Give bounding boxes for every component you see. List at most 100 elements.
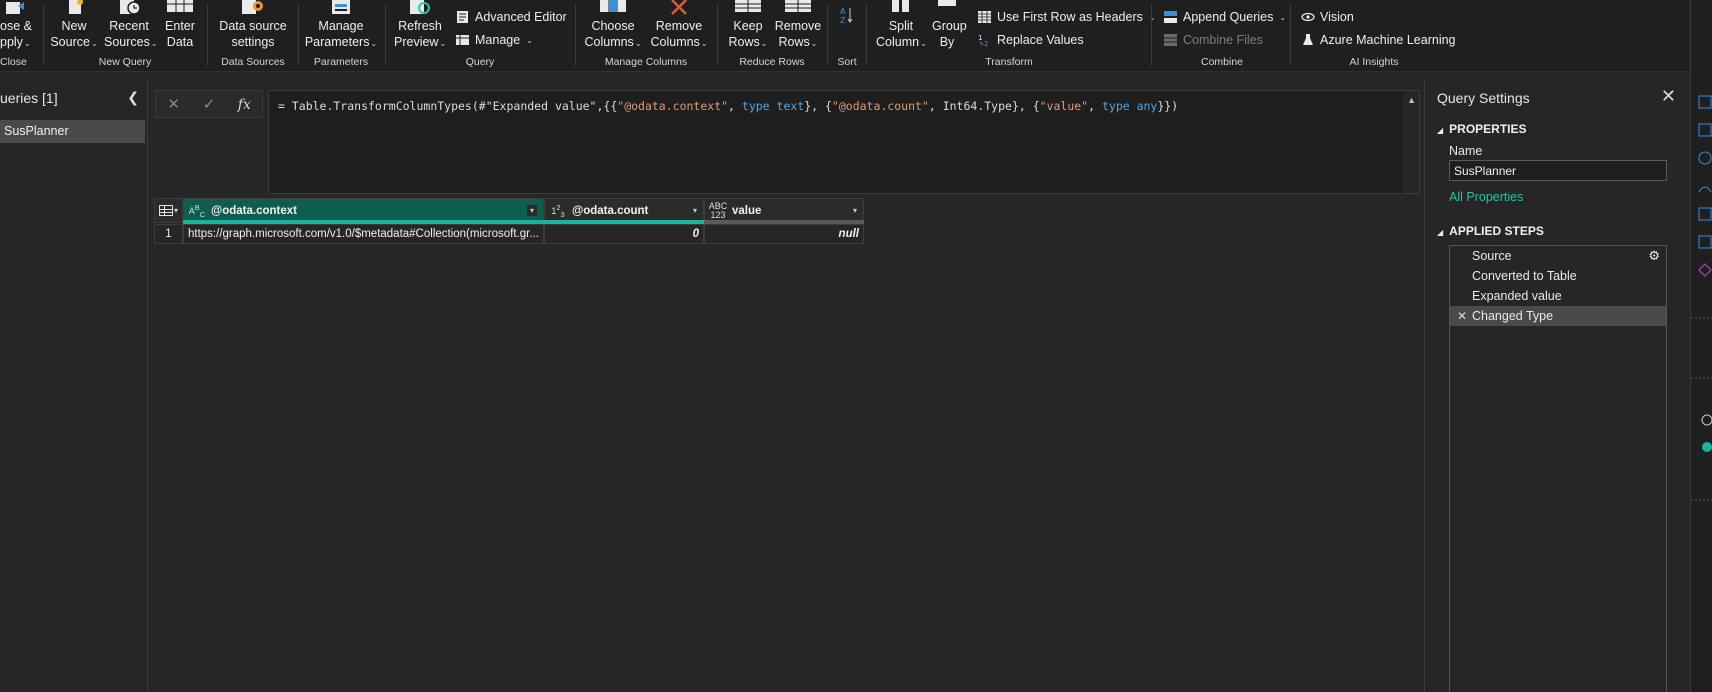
query-name-field[interactable] xyxy=(1449,160,1667,181)
commit-formula-icon[interactable]: ✓ xyxy=(194,95,224,113)
enter-data-label-2: Data xyxy=(166,35,194,49)
chevron-down-icon[interactable]: ▾ xyxy=(693,206,697,215)
chevron-down-icon: ⌄ xyxy=(90,39,98,48)
ribbon-group-reduce-rows: Keep Rows⌄ Remove Rows⌄ Reduce Rows xyxy=(720,0,824,72)
properties-heading[interactable]: ◢ PROPERTIES xyxy=(1437,122,1527,136)
replace-values-button[interactable]: 12 Replace Values xyxy=(978,30,1084,50)
cancel-formula-icon[interactable]: ✕ xyxy=(159,95,189,113)
formula-segment: = Table.TransformColumnTypes(#"Expanded … xyxy=(278,99,618,113)
group-label-new-query: New Query xyxy=(98,56,152,68)
manage-parameters-button[interactable]: Manage Parameters⌄ xyxy=(304,0,378,52)
group-label-parameters: Parameters xyxy=(313,56,369,68)
svg-text:A: A xyxy=(840,7,846,16)
new-source-icon xyxy=(50,0,98,18)
table-menu-button[interactable]: ▾ xyxy=(154,198,183,223)
any-type-icon: ABC 123 xyxy=(708,200,728,220)
new-source-button[interactable]: New Source⌄ xyxy=(50,0,98,52)
combine-files-button[interactable]: Combine Files xyxy=(1164,30,1263,50)
applied-steps-heading[interactable]: ◢ APPLIED STEPS xyxy=(1437,224,1544,238)
queries-pane: ueries [1] ❮ SusPlanner xyxy=(0,80,148,692)
refresh-preview-label-1: Refresh xyxy=(398,19,442,33)
recent-sources-label-1: Recent xyxy=(109,19,149,33)
remove-rows-button[interactable]: Remove Rows⌄ xyxy=(774,0,822,52)
enter-data-icon xyxy=(160,0,200,18)
ribbon-group-sort: AZ Sort xyxy=(830,0,864,72)
enter-data-button[interactable]: Enter Data xyxy=(160,0,200,50)
chevron-down-icon: ⌄ xyxy=(920,39,927,48)
split-column-label-1: Split xyxy=(888,19,914,33)
azure-ml-button[interactable]: Azure Machine Learning xyxy=(1301,30,1456,50)
table-cell[interactable]: null xyxy=(704,224,864,244)
remove-rows-icon xyxy=(774,0,822,18)
sort-az-icon: AZ xyxy=(836,6,858,25)
combine-files-label: Combine Files xyxy=(1183,33,1263,47)
close-apply-label-1: ose & xyxy=(0,19,32,33)
query-list-item-label: SusPlanner xyxy=(4,124,69,138)
collapse-queries-button[interactable]: ❮ xyxy=(127,89,139,106)
append-queries-button[interactable]: Append Queries ⌄ xyxy=(1164,7,1286,27)
ribbon-divider xyxy=(717,4,718,66)
edge-strip-icons xyxy=(1691,95,1712,501)
chevron-down-icon: ⌄ xyxy=(370,39,378,48)
keep-rows-label-2: Rows xyxy=(728,35,760,49)
formula-scrollbar[interactable]: ▲ xyxy=(1403,91,1419,193)
refresh-preview-button[interactable]: Refresh Preview⌄ xyxy=(394,0,446,52)
ribbon-divider xyxy=(385,4,386,66)
chevron-down-icon: ⌄ xyxy=(1279,12,1287,22)
applied-step-item[interactable]: Converted to Table xyxy=(1450,266,1666,286)
recent-sources-button[interactable]: Recent Sources⌄ xyxy=(104,0,158,52)
table-cell[interactable]: https://graph.microsoft.com/v1.0/$metada… xyxy=(183,224,544,244)
group-by-button[interactable]: Group By xyxy=(932,0,967,50)
use-first-row-headers-button[interactable]: Use First Row as Headers ⌄ xyxy=(978,7,1156,27)
remove-columns-button[interactable]: Remove Columns⌄ xyxy=(648,0,710,52)
chevron-down-icon: ⌄ xyxy=(150,39,158,48)
whole-number-type-icon: 123 xyxy=(551,202,565,219)
table-cell[interactable]: 0 xyxy=(544,224,704,244)
table-icon xyxy=(158,205,173,216)
append-queries-label: Append Queries xyxy=(1183,10,1274,24)
manage-query-button[interactable]: Manage ⌄ xyxy=(456,30,533,50)
choose-columns-button[interactable]: Choose Columns⌄ xyxy=(582,0,644,52)
advanced-editor-label: Advanced Editor xyxy=(475,10,567,24)
query-list-item[interactable]: SusPlanner xyxy=(0,120,145,143)
advanced-editor-button[interactable]: Advanced Editor xyxy=(456,7,567,27)
chevron-down-icon: ▾ xyxy=(173,206,178,215)
svg-text:1: 1 xyxy=(978,34,982,42)
keep-rows-label-1: Keep xyxy=(733,19,763,33)
applied-step-label: Converted to Table xyxy=(1472,269,1577,283)
delete-step-icon[interactable]: ✕ xyxy=(1457,306,1467,326)
close-apply-icon xyxy=(0,0,34,18)
insert-function-button[interactable]: fx xyxy=(229,96,259,113)
keep-rows-button[interactable]: Keep Rows⌄ xyxy=(726,0,770,52)
formula-input[interactable]: = Table.TransformColumnTypes(#"Expanded … xyxy=(268,90,1420,194)
first-row-headers-icon xyxy=(978,10,992,24)
close-apply-button[interactable]: ose & pply⌄ xyxy=(0,0,34,52)
ribbon-group-ai-insights: Vision Azure Machine Learning AI Insight… xyxy=(1293,0,1456,72)
applied-step-item-selected[interactable]: ✕ Changed Type xyxy=(1450,306,1666,326)
column-header-label: @odata.context xyxy=(211,204,297,217)
row-number[interactable]: 1 xyxy=(154,224,183,244)
group-label-manage-columns: Manage Columns xyxy=(604,56,688,68)
data-source-settings-button[interactable]: Data source settings xyxy=(214,0,292,50)
ribbon-divider xyxy=(1151,4,1152,66)
vision-button[interactable]: Vision xyxy=(1301,7,1354,27)
new-source-label-1: New xyxy=(61,19,87,33)
applied-step-item[interactable]: Source ⚙ xyxy=(1450,246,1666,266)
choose-columns-icon xyxy=(582,0,644,18)
close-query-settings-button[interactable]: ✕ xyxy=(1661,86,1676,107)
ribbon-divider xyxy=(866,4,867,66)
gear-icon[interactable]: ⚙ xyxy=(1648,246,1660,266)
split-column-button[interactable]: Split Column⌄ xyxy=(876,0,927,52)
group-label-close: Close xyxy=(0,56,27,68)
applied-step-item[interactable]: Expanded value xyxy=(1450,286,1666,306)
chevron-down-icon[interactable]: ▾ xyxy=(853,206,857,215)
chevron-up-icon[interactable]: ▲ xyxy=(1407,95,1416,105)
group-label-data-sources: Data Sources xyxy=(221,56,285,68)
ribbon-divider xyxy=(43,4,44,66)
chevron-down-icon[interactable]: ▾ xyxy=(526,205,537,216)
all-properties-link[interactable]: All Properties xyxy=(1449,190,1523,204)
azure-ml-icon xyxy=(1301,33,1315,47)
remove-rows-label-1: Remove xyxy=(774,19,822,33)
data-source-settings-label-1: Data source xyxy=(219,19,287,33)
sort-ascending-button[interactable]: AZ xyxy=(836,6,858,25)
